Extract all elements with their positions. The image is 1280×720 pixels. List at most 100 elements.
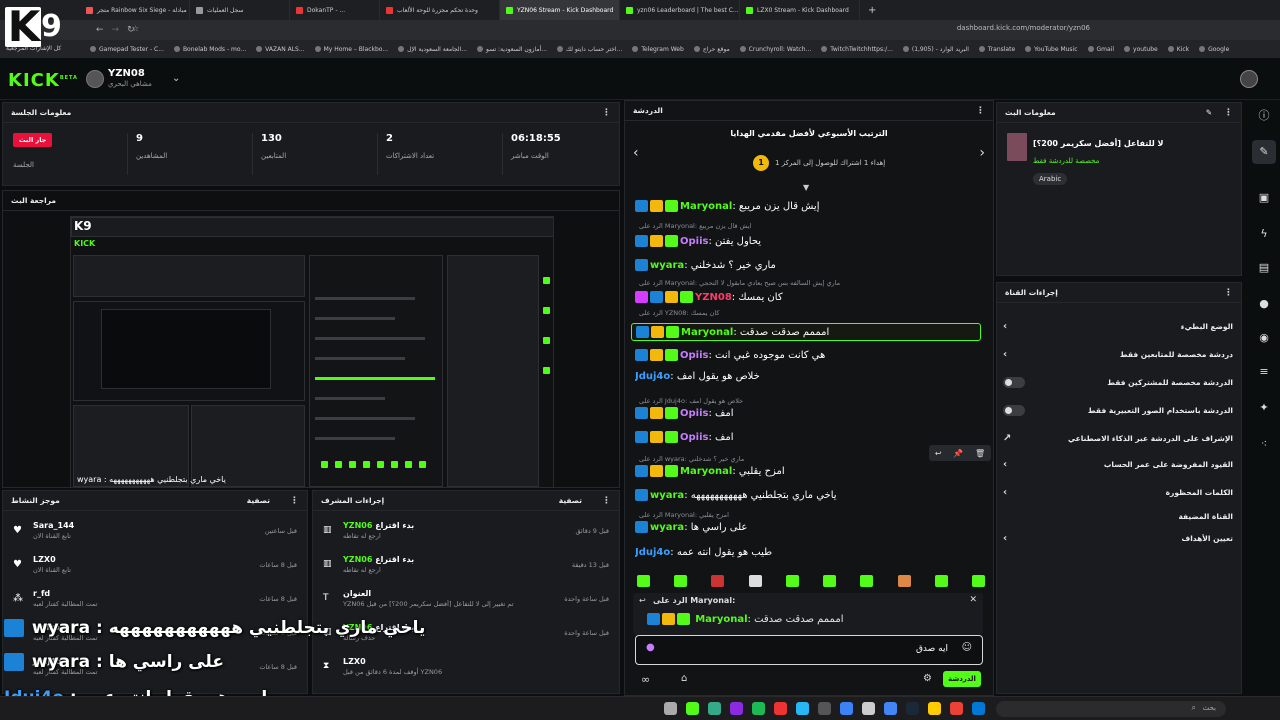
chat-message[interactable]: Jduj4o: خلاص هو يقول امف [635, 371, 981, 382]
chat-username[interactable]: Jduj4o [635, 547, 670, 558]
bookmark[interactable]: VAZAN ALS... [256, 46, 305, 53]
browser-tab[interactable]: DokanTP - ... [290, 0, 380, 20]
bookmark[interactable]: اختر حساب دايتو لك... [557, 46, 622, 53]
browser-tab[interactable]: LZX0 Stream - Kick Dashboard [740, 0, 860, 20]
chat-username[interactable]: Maryonal [681, 327, 733, 338]
chat-username[interactable]: Maryonal [680, 466, 732, 477]
forward-icon[interactable]: → [112, 25, 120, 35]
chat-username[interactable]: wyara [650, 260, 684, 271]
taskbar-search[interactable]: بحث ⌕ [996, 701, 1226, 717]
new-tab-button[interactable]: + [860, 5, 884, 16]
app-icon[interactable] [950, 702, 963, 715]
pin-icon[interactable]: 📌 [953, 449, 963, 458]
browser-tab[interactable]: وحدة تحكم مجزرة للوحة الألعاب [380, 0, 500, 20]
bookmark[interactable]: Kick [1167, 46, 1189, 53]
more-icon[interactable]: ⋮ [290, 496, 299, 506]
app-icon[interactable] [730, 702, 743, 715]
folder-icon[interactable] [928, 702, 941, 715]
emote-only-toggle[interactable] [1003, 404, 1025, 416]
category-thumbnail[interactable] [1007, 133, 1027, 161]
broadcast-icon[interactable]: ◉ [1252, 326, 1276, 350]
chat-message[interactable]: wyara: على راسي ها [635, 521, 981, 533]
more-icon[interactable]: ⋮ [1224, 288, 1233, 298]
share-icon[interactable]: ⁖ [1252, 432, 1276, 456]
bookmark[interactable]: My Home – Blackbo... [314, 46, 388, 53]
chat-username[interactable]: Opiis [680, 236, 708, 247]
more-icon[interactable]: ⋮ [976, 106, 985, 116]
app-icon[interactable] [708, 702, 721, 715]
banned-words-setting[interactable]: الكلمات المحظورة › [1003, 483, 1233, 501]
app-icon[interactable] [840, 702, 853, 715]
chevron-right-icon[interactable]: › [979, 145, 985, 161]
bookmark[interactable]: Bonelab Mods - mo... [173, 46, 246, 53]
more-icon[interactable]: ⋮ [602, 108, 611, 118]
steam-icon[interactable] [906, 702, 919, 715]
emote-icon[interactable] [934, 575, 948, 587]
chat-message[interactable]: Maryonal: امممم صدقت صدقت [631, 323, 981, 341]
slow-mode-setting[interactable]: الوضع البطيء › [1003, 317, 1233, 335]
lightning-icon[interactable]: ϟ [1252, 222, 1276, 246]
chat-username[interactable]: YZN08 [695, 292, 732, 303]
windows-start-icon[interactable] [972, 702, 985, 715]
browser-tab[interactable]: متجر Rainbow Six Siege - مبادلة [80, 0, 190, 20]
ai-moderation-setting[interactable]: الإشراف على الدردشة عبر الذكاء الاصطناعي… [1003, 429, 1233, 447]
browser-tab[interactable]: سجل العمليات [190, 0, 290, 20]
more-icon[interactable]: ⋮ [1224, 108, 1233, 118]
app-icon[interactable] [664, 702, 677, 715]
reply-icon[interactable]: ↩ [935, 449, 942, 458]
browser-tab[interactable]: yzn06 Leaderboard | The best C... [620, 0, 740, 20]
user-avatar[interactable] [1240, 70, 1258, 88]
stream-preview-video[interactable]: K9 KICK wyara : ياخي ماري بتجلطنيي ههههه… [70, 216, 554, 488]
infinity-icon[interactable]: ∞ [641, 673, 650, 686]
chat-message[interactable]: Opiis: امف [635, 431, 981, 443]
kick-app-icon[interactable] [686, 702, 699, 715]
channel-avatar[interactable] [86, 70, 104, 88]
delete-icon[interactable]: 🗑 [975, 449, 985, 458]
account-age-setting[interactable]: القيود المفروضة على عمر الحساب › [1003, 455, 1233, 473]
stack-icon[interactable]: ≡ [1252, 360, 1276, 384]
chevron-left-icon[interactable]: ‹ [633, 145, 639, 161]
chat-username[interactable]: Opiis [680, 350, 708, 361]
bookmark[interactable]: (1,905) - البريد الوارد [902, 46, 969, 53]
spotify-icon[interactable] [752, 702, 765, 715]
filter-button[interactable]: تصفية [247, 496, 270, 505]
chat-message[interactable]: Opiis: يحاول يفتن [635, 235, 981, 247]
chat-username[interactable]: wyara [650, 522, 684, 533]
bookmark[interactable]: YouTube Music [1025, 46, 1078, 53]
info-icon[interactable]: ⓘ [1252, 104, 1276, 128]
chat-message[interactable]: Maryonal: امزح يقلبي [635, 465, 981, 477]
url-field[interactable]: dashboard.kick.com/moderator/yzn06 [957, 24, 1090, 32]
more-icon[interactable]: ⋮ [602, 496, 611, 506]
emote-icon[interactable] [637, 575, 650, 587]
emote-icon[interactable] [897, 575, 911, 587]
bookmark[interactable]: Crunchyroll: Watch... [739, 46, 811, 53]
kick-logo[interactable]: KICKBETA [8, 70, 78, 91]
bookmark[interactable]: Google [1199, 46, 1229, 53]
gift-icon[interactable]: ⌂ [681, 673, 687, 684]
mic-icon[interactable]: ● [646, 642, 655, 653]
chat-message[interactable]: Jduj4o: طيب هو يقول انته عمه [635, 547, 981, 558]
bookmark[interactable]: youtube [1124, 46, 1158, 53]
send-button[interactable]: الدردشة [943, 671, 981, 687]
followers-only-setting[interactable]: دردشة مخصصة للمتابعين فقط › [1003, 345, 1233, 363]
document-icon[interactable]: ▤ [1252, 256, 1276, 280]
channel-name[interactable]: YZN08 [108, 68, 145, 79]
chat-message[interactable]: wyara: ياخي ماري بتجلطنيي هههههههههههه [635, 489, 981, 501]
stream-category[interactable]: مخصصة للدردشة فقط [1033, 157, 1099, 165]
chat-bubble-icon[interactable]: ● [1252, 292, 1276, 316]
app-icon[interactable] [862, 702, 875, 715]
host-channel-setting[interactable]: القناة المضيفة [1003, 507, 1233, 525]
chat-message[interactable]: Maryonal: إيش قال يزن مريبع [635, 200, 981, 212]
screen-icon[interactable]: ▣ [1252, 186, 1276, 210]
bookmark[interactable]: Gmail [1087, 46, 1114, 53]
app-icon[interactable] [774, 702, 787, 715]
chat-username[interactable]: Opiis [680, 432, 708, 443]
browser-tab-active[interactable]: YZN06 Stream - Kick Dashboard [500, 0, 620, 20]
subscribers-only-toggle[interactable] [1003, 376, 1025, 388]
emote-icon[interactable] [785, 575, 799, 587]
emoji-icon[interactable]: ☺ [962, 642, 972, 653]
bookmark[interactable]: Translate [978, 46, 1015, 53]
back-icon[interactable]: ← [96, 25, 104, 35]
filter-button[interactable]: تصفية [559, 496, 582, 505]
bookmark[interactable]: Telegram Web [632, 46, 684, 53]
